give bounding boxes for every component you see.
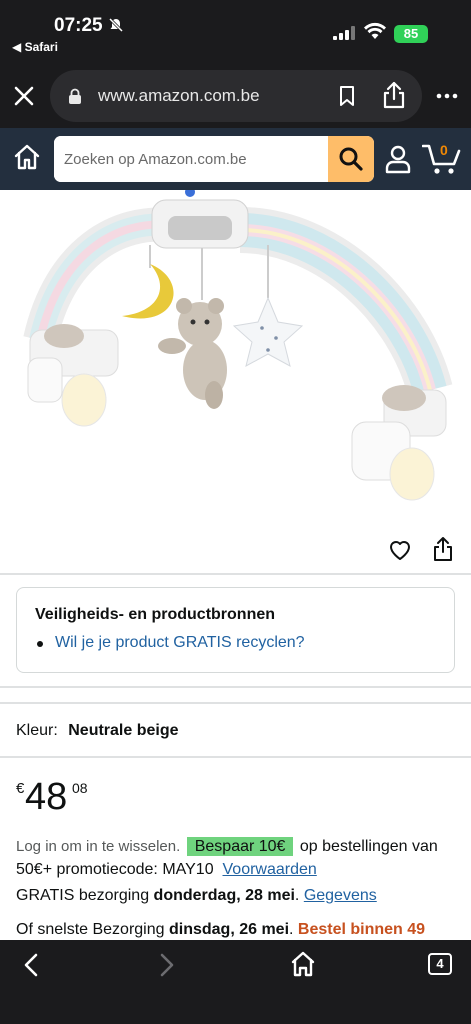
battery-level: 85	[403, 26, 419, 41]
mute-bell-icon	[108, 17, 124, 33]
back-to-app-link[interactable]: ◀ Safari	[12, 40, 58, 54]
search-input[interactable]	[54, 136, 328, 182]
tabs-button[interactable]: 4	[428, 953, 452, 975]
product-image[interactable]	[0, 190, 471, 530]
divider	[0, 686, 471, 688]
battery-indicator: 85	[394, 25, 428, 43]
lock-icon	[69, 88, 81, 104]
fastest-prefix: Of snelste Bezorging	[16, 921, 165, 938]
home-icon[interactable]	[12, 142, 42, 172]
terms-link[interactable]: Voorwaarden	[223, 861, 317, 878]
account-icon[interactable]	[384, 144, 412, 174]
browser-address-bar: www.amazon.com.be	[0, 64, 471, 128]
bullet-dot	[37, 641, 43, 647]
close-icon[interactable]	[10, 82, 38, 110]
share-icon[interactable]	[432, 536, 454, 562]
bookmark-icon[interactable]	[338, 86, 356, 106]
browser-toolbar: 4	[0, 940, 471, 1024]
search-button[interactable]	[328, 136, 374, 182]
safety-card-title: Veiligheids- en productbronnen	[35, 606, 276, 623]
fastest-delivery-info: Of snelste Bezorging dinsdag, 26 mei. Be…	[16, 921, 426, 938]
color-value: Neutrale beige	[68, 722, 179, 739]
price-fraction: 08	[72, 780, 88, 796]
product-actions	[0, 530, 471, 574]
price-currency: €	[16, 780, 25, 797]
save-badge: Bespaar 10€	[186, 837, 294, 856]
recycle-link[interactable]: Wil je je product GRATIS recyclen?	[55, 634, 305, 652]
share-icon[interactable]	[382, 81, 406, 109]
home-icon[interactable]	[290, 950, 316, 978]
divider	[0, 573, 471, 575]
status-time: 07:25	[54, 15, 103, 36]
search-icon	[339, 147, 363, 171]
heart-icon[interactable]	[388, 538, 412, 562]
color-selector[interactable]: Kleur: Neutrale beige	[16, 722, 179, 740]
wifi-icon	[364, 22, 386, 39]
cellular-signal-icon	[333, 26, 355, 40]
delivery-details-link[interactable]: Gegevens	[304, 887, 377, 904]
delivery-info: GRATIS bezorging donderdag, 28 mei. Gege…	[16, 887, 377, 904]
forward-icon[interactable]	[156, 952, 178, 978]
price-whole: 48	[25, 776, 68, 818]
cart-count[interactable]: 0	[440, 142, 448, 158]
url-text[interactable]: www.amazon.com.be	[98, 86, 260, 106]
divider	[0, 702, 471, 704]
divider	[0, 756, 471, 758]
login-to-redeem[interactable]: Log in om in te wisselen.	[16, 838, 180, 855]
status-bar: 07:25 ◀ Safari 85	[0, 0, 471, 64]
search-bar	[54, 136, 374, 182]
promo-block: Log in om in te wisselen. Bespaar 10€ op…	[16, 835, 461, 881]
tab-count: 4	[436, 956, 444, 971]
order-within: Bestel binnen 49	[297, 921, 426, 938]
fastest-date: dinsdag, 26 mei	[168, 921, 290, 938]
delivery-prefix: GRATIS bezorging	[16, 887, 150, 904]
back-icon[interactable]	[20, 952, 42, 978]
more-icon[interactable]	[434, 84, 460, 108]
color-label: Kleur:	[16, 722, 58, 739]
safety-resources-card: Veiligheids- en productbronnen Wil je je…	[16, 587, 455, 673]
amazon-header: 0	[0, 128, 471, 190]
delivery-date: donderdag, 28 mei	[153, 887, 295, 904]
